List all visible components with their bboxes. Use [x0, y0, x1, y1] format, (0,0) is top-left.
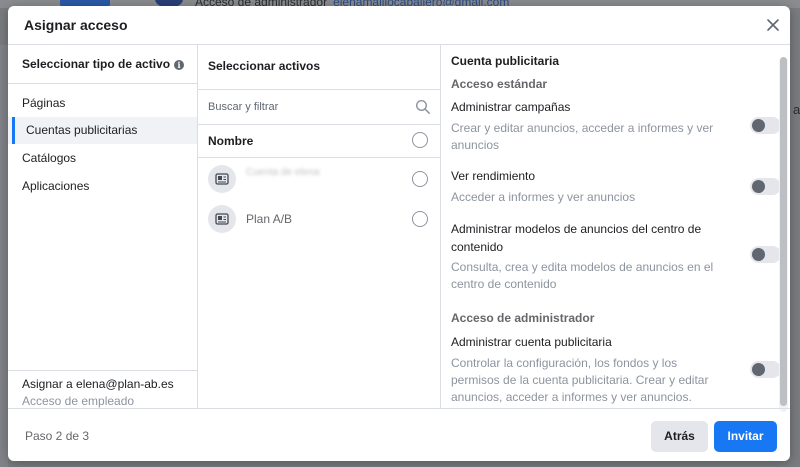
- permission-name: Administrar campañas: [451, 100, 571, 114]
- admin-access-section: Acceso de administrador: [451, 311, 595, 325]
- search-bar: [198, 89, 440, 125]
- asset-type-pages[interactable]: Páginas: [8, 90, 197, 117]
- invite-button[interactable]: Invitar: [714, 421, 777, 452]
- assignee-email: Asignar a elena@plan-ab.es: [22, 377, 174, 391]
- asset-type-apps[interactable]: Aplicaciones: [8, 173, 197, 200]
- step-indicator: Paso 2 de 3: [25, 429, 90, 443]
- assets-heading: Seleccionar activos: [208, 59, 321, 73]
- asset-select-radio[interactable]: [412, 211, 428, 227]
- asset-row[interactable]: Plan A/B: [198, 199, 440, 239]
- ad-account-icon: [208, 205, 236, 233]
- permission-description: Consulta, crea y edita modelos de anunci…: [451, 260, 714, 291]
- permission-description: Crear y editar anuncios, acceder a infor…: [451, 121, 714, 152]
- close-icon[interactable]: [763, 15, 783, 35]
- permissions-panel: Cuenta publicitaria Acceso estándar Admi…: [441, 45, 790, 412]
- asset-type-label: Cuentas publicitarias: [26, 123, 138, 137]
- asset-row[interactable]: Cuenta de elena: [198, 159, 440, 199]
- back-button[interactable]: Atrás: [651, 421, 708, 452]
- manage-ad-templates-toggle[interactable]: [750, 246, 781, 263]
- assignee-info: Asignar a elena@plan-ab.es Acceso de emp…: [8, 370, 197, 409]
- asset-type-heading-label: Seleccionar tipo de activo: [22, 57, 171, 71]
- background-left-strip: [0, 45, 8, 467]
- asset-type-panel: Seleccionar tipo de activo i Páginas Cuen…: [8, 45, 198, 408]
- search-icon[interactable]: [415, 99, 431, 115]
- permission-name: Administrar modelos de anuncios del cent…: [451, 222, 702, 254]
- background-right-text: a: [793, 102, 800, 117]
- name-column-header: Nombre: [208, 134, 254, 148]
- assets-list-header: Nombre: [198, 124, 440, 158]
- standard-access-section: Acceso estándar: [451, 77, 548, 91]
- permission-name: Administrar cuenta publicitaria: [451, 335, 612, 349]
- assets-panel: Seleccionar activos Nombre Cuenta de ele…: [198, 45, 441, 408]
- dialog-title: Asignar acceso: [24, 17, 128, 33]
- asset-type-catalogs[interactable]: Catálogos: [8, 145, 197, 172]
- asset-type-label: Catálogos: [22, 151, 77, 165]
- dialog-footer: Paso 2 de 3 Atrás Invitar: [8, 408, 790, 461]
- permission-description: Acceder a informes y ver anuncios: [451, 190, 636, 204]
- select-all-radio[interactable]: [412, 132, 428, 148]
- asset-select-radio[interactable]: [412, 171, 428, 187]
- ad-account-icon: [208, 165, 236, 193]
- dialog-header: Asignar acceso: [8, 6, 790, 45]
- assign-access-dialog: Asignar acceso Seleccionar tipo de activ…: [8, 6, 790, 461]
- scrollbar-thumb[interactable]: [780, 57, 787, 406]
- view-performance-toggle[interactable]: [750, 178, 781, 195]
- asset-name: Plan A/B: [246, 212, 293, 226]
- asset-name: Cuenta de elena: [246, 167, 320, 178]
- asset-type-ad-accounts[interactable]: Cuentas publicitarias: [8, 117, 197, 144]
- info-icon[interactable]: i: [174, 60, 185, 70]
- manage-ad-account-toggle[interactable]: [750, 361, 781, 378]
- asset-type-label: Páginas: [22, 96, 66, 110]
- permission-description: Controlar la configuración, los fondos y…: [451, 356, 709, 404]
- permission-name: Ver rendimiento: [451, 169, 536, 183]
- scrollbar[interactable]: [779, 57, 788, 412]
- asset-type-label: Aplicaciones: [22, 179, 90, 193]
- permissions-title: Cuenta publicitaria: [451, 54, 560, 68]
- search-input[interactable]: [208, 98, 398, 116]
- assignee-role: Acceso de empleado: [22, 394, 135, 408]
- divider: [8, 83, 197, 84]
- asset-type-heading: Seleccionar tipo de activo i: [22, 57, 185, 71]
- manage-campaigns-toggle[interactable]: [750, 117, 781, 134]
